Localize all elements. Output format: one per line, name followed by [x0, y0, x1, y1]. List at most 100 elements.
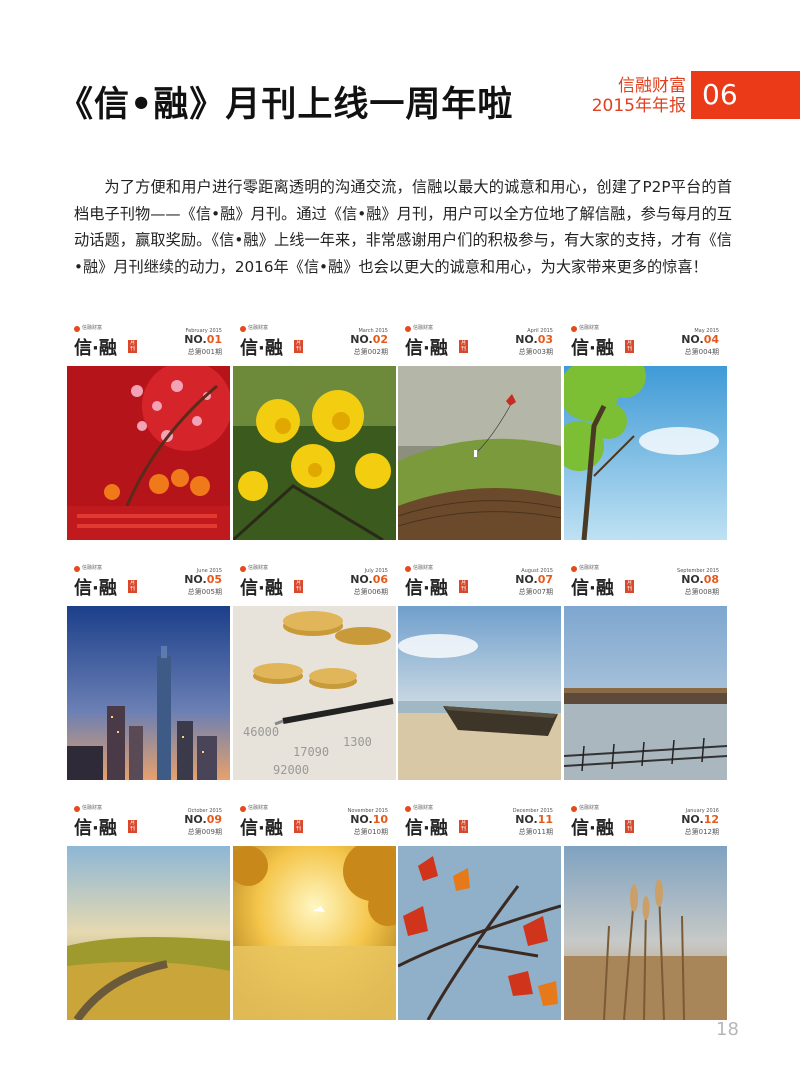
svg-text:1300: 1300	[343, 735, 372, 749]
cover-issue-total: 总第004期	[684, 348, 719, 356]
cover-image	[564, 606, 727, 780]
publisher-logo-icon	[74, 806, 80, 812]
cover-issue-number: NO.07	[515, 573, 553, 586]
cover-magazine-name: 信·融	[405, 578, 448, 599]
cover-monthly-badge: 月刊	[294, 340, 303, 353]
cover-masthead: 信融财富 信·融 月刊 March 2015 NO.02 总第002期	[233, 319, 396, 366]
svg-text:92000: 92000	[273, 763, 309, 777]
cover-magazine-name: 信·融	[571, 818, 614, 839]
magazine-cover: 信融财富 信·融 月刊 September 2015 NO.08 总第008期	[564, 559, 727, 780]
cover-publisher: 信融财富	[579, 325, 600, 331]
cover-monthly-badge: 月刊	[459, 340, 468, 353]
cover-issue-total: 总第002期	[353, 348, 388, 356]
cover-image	[233, 366, 396, 540]
cover-masthead: 信融财富 信·融 月刊 June 2015 NO.05 总第005期	[67, 559, 230, 606]
cover-monthly-badge: 月刊	[128, 340, 137, 353]
cover-issue-number: NO.05	[184, 573, 222, 586]
cover-publisher: 信融财富	[579, 805, 600, 811]
magazine-cover: 信融财富 信·融 月刊 May 2015 NO.04 总第004期	[564, 319, 727, 540]
magazine-cover: 信融财富 信·融 月刊 February 2015 NO.01 总第001期	[67, 319, 230, 540]
cover-monthly-badge: 月刊	[294, 580, 303, 593]
publisher-logo-icon	[571, 326, 577, 332]
cover-issue-total: 总第007期	[518, 588, 553, 596]
cover-issue-total: 总第011期	[518, 828, 553, 836]
cover-image	[67, 366, 230, 540]
magazine-cover: 信融财富 信·融 月刊 March 2015 NO.02 总第002期	[233, 319, 396, 540]
cover-issue-number: NO.01	[184, 333, 222, 346]
cover-magazine-name: 信·融	[405, 338, 448, 359]
cover-issue-total: 总第009期	[187, 828, 222, 836]
cover-publisher: 信融财富	[413, 565, 434, 571]
cover-magazine-name: 信·融	[571, 578, 614, 599]
cover-publisher: 信融财富	[248, 325, 269, 331]
cover-monthly-badge: 月刊	[625, 820, 634, 833]
cover-issue-number: NO.04	[681, 333, 719, 346]
publisher-logo-icon	[405, 806, 411, 812]
magazine-cover: 信融财富 信·融 月刊 November 2015 NO.10 总第010期	[233, 799, 396, 1020]
cover-publisher: 信融财富	[413, 325, 434, 331]
magazine-cover: 信融财富 信·融 月刊 April 2015 NO.03 总第003期	[398, 319, 561, 540]
cover-image	[564, 366, 727, 540]
magazine-cover: 信融财富 信·融 月刊 October 2015 NO.09 总第009期	[67, 799, 230, 1020]
magazine-cover: 信融财富 信·融 月刊 December 2015 NO.11 总第011期	[398, 799, 561, 1020]
cover-issue-number: NO.12	[681, 813, 719, 826]
publisher-logo-icon	[240, 806, 246, 812]
cover-issue-total: 总第005期	[187, 588, 222, 596]
magazine-cover: 信融财富 信·融 月刊 July 2015 NO.06 总第006期 46000 17090 1…	[233, 559, 396, 780]
cover-image	[67, 846, 230, 1020]
cover-issue-total: 总第006期	[353, 588, 388, 596]
cover-issue-total: 总第008期	[684, 588, 719, 596]
cover-image	[233, 846, 396, 1020]
cover-issue-number: NO.11	[515, 813, 553, 826]
cover-masthead: 信融财富 信·融 月刊 February 2015 NO.01 总第001期	[67, 319, 230, 366]
cover-issue-number: NO.09	[184, 813, 222, 826]
cover-magazine-name: 信·融	[74, 578, 117, 599]
publisher-logo-icon	[571, 566, 577, 572]
publisher-logo-icon	[571, 806, 577, 812]
cover-monthly-badge: 月刊	[625, 340, 634, 353]
cover-image	[398, 366, 561, 540]
cover-masthead: 信融财富 信·融 月刊 November 2015 NO.10 总第010期	[233, 799, 396, 846]
cover-image	[398, 846, 561, 1020]
cover-masthead: 信融财富 信·融 月刊 January 2016 NO.12 总第012期	[564, 799, 727, 846]
page-title: 《信•融》月刊上线一周年啦	[58, 85, 514, 125]
cover-masthead: 信融财富 信·融 月刊 September 2015 NO.08 总第008期	[564, 559, 727, 606]
cover-image	[564, 846, 727, 1020]
cover-publisher: 信融财富	[82, 325, 103, 331]
cover-monthly-badge: 月刊	[128, 580, 137, 593]
cover-monthly-badge: 月刊	[128, 820, 137, 833]
cover-masthead: 信融财富 信·融 月刊 May 2015 NO.04 总第004期	[564, 319, 727, 366]
cover-issue-number: NO.06	[350, 573, 388, 586]
cover-issue-number: NO.10	[350, 813, 388, 826]
cover-masthead: 信融财富 信·融 月刊 October 2015 NO.09 总第009期	[67, 799, 230, 846]
publisher-logo-icon	[74, 326, 80, 332]
cover-issue-total: 总第012期	[684, 828, 719, 836]
cover-publisher: 信融财富	[82, 805, 103, 811]
brand-name: 信融财富	[618, 76, 686, 96]
cover-magazine-name: 信·融	[240, 578, 283, 599]
cover-issue-total: 总第010期	[353, 828, 388, 836]
cover-issue-total: 总第001期	[187, 348, 222, 356]
section-number-tag: 06	[691, 71, 800, 119]
cover-magazine-name: 信·融	[240, 338, 283, 359]
cover-issue-number: NO.03	[515, 333, 553, 346]
cover-monthly-badge: 月刊	[625, 580, 634, 593]
cover-publisher: 信融财富	[82, 565, 103, 571]
cover-monthly-badge: 月刊	[294, 820, 303, 833]
cover-image	[67, 606, 230, 780]
intro-paragraph: 为了方便和用户进行零距离透明的沟通交流，信融以最大的诚意和用心，创建了P2P平台…	[74, 178, 732, 276]
svg-text:46000: 46000	[243, 725, 279, 739]
publisher-logo-icon	[74, 566, 80, 572]
magazine-cover: 信融财富 信·融 月刊 January 2016 NO.12 总第012期	[564, 799, 727, 1020]
cover-publisher: 信融财富	[248, 565, 269, 571]
magazine-cover: 信融财富 信·融 月刊 August 2015 NO.07 总第007期	[398, 559, 561, 780]
report-year: 2015年年报	[591, 96, 686, 116]
publisher-logo-icon	[240, 326, 246, 332]
cover-masthead: 信融财富 信·融 月刊 July 2015 NO.06 总第006期	[233, 559, 396, 606]
cover-publisher: 信融财富	[248, 805, 269, 811]
cover-image	[398, 606, 561, 780]
publisher-logo-icon	[405, 566, 411, 572]
magazine-cover: 信融财富 信·融 月刊 June 2015 NO.05 总第005期	[67, 559, 230, 780]
page-number: 18	[716, 1019, 739, 1040]
cover-monthly-badge: 月刊	[459, 580, 468, 593]
